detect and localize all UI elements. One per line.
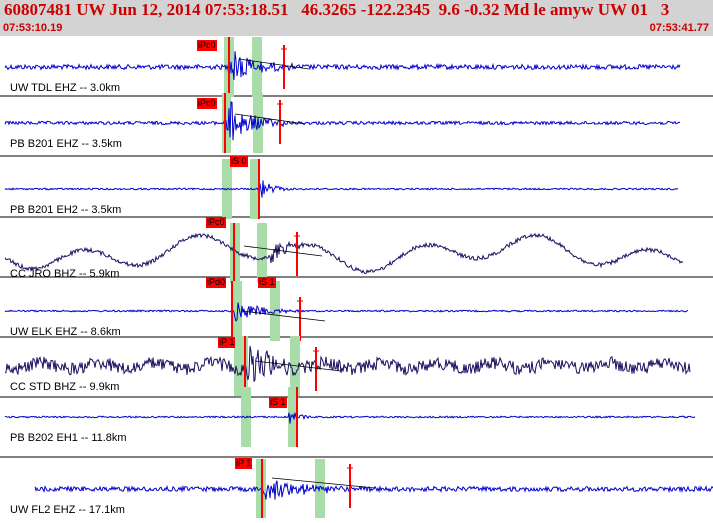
pick-label[interactable]: iS 0: [230, 156, 248, 167]
pick-label[interactable]: iS 1: [258, 277, 276, 288]
event-header: 60807481 UW Jun 12, 2014 07:53:18.51 46.…: [0, 0, 713, 36]
waveform: [4, 302, 689, 322]
pick-label[interactable]: iPc0: [206, 217, 226, 228]
pick-label[interactable]: iP 1: [235, 458, 253, 469]
trace-label: UW ELK EHZ -- 8.6km: [10, 326, 121, 338]
waveform: [4, 345, 691, 382]
trace-label: PB B201 EH2 -- 3.5km: [10, 204, 122, 216]
trace-label: PB B201 EHZ -- 3.5km: [10, 138, 122, 150]
coda-line: [241, 310, 326, 322]
end-time: 07:53:41.77: [649, 22, 709, 34]
waveform: [34, 480, 713, 500]
pick-label[interactable]: iS 1: [269, 397, 287, 408]
trace-label: UW TDL EHZ -- 3.0km: [10, 82, 121, 94]
trace-label: CC STD BHZ -- 9.9km: [10, 381, 120, 393]
s-window: [257, 223, 267, 283]
trace-row[interactable]: [34, 459, 713, 519]
waveform: [4, 101, 681, 141]
trace-label: CC JRO BHZ -- 5.9km: [10, 268, 120, 280]
pick-label[interactable]: iPc0: [197, 40, 217, 51]
event-title: 60807481 UW Jun 12, 2014 07:53:18.51 46.…: [4, 0, 670, 19]
waveform: [4, 412, 696, 424]
waveform: [4, 51, 681, 81]
start-time: 07:53:10.19: [3, 22, 63, 34]
seismogram-panel[interactable]: UW TDL EHZ -- 3.0km iPc0 PB B201 EHZ -- 3.…: [0, 36, 713, 519]
pick-label[interactable]: iPc0: [197, 98, 217, 109]
trace-label: PB B202 EH1 -- 11.8km: [10, 432, 127, 444]
pick-label[interactable]: iPd0: [206, 277, 227, 288]
trace-label: UW FL2 EHZ -- 17.1km: [10, 504, 125, 516]
waveform: [4, 180, 679, 198]
pick-label[interactable]: iP 1: [218, 337, 236, 348]
